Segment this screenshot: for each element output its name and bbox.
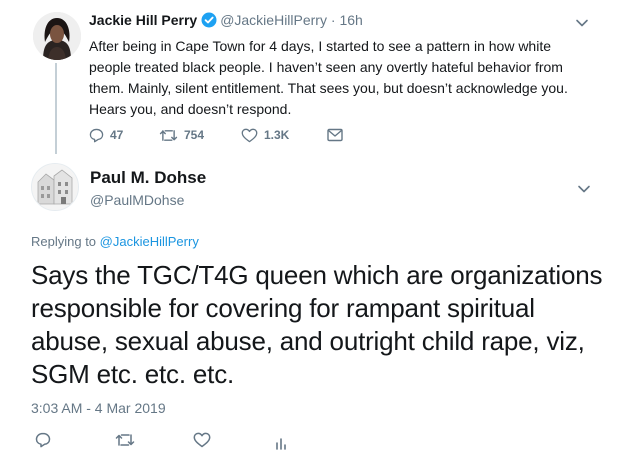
author-name[interactable]: Jackie Hill Perry	[89, 12, 197, 28]
replying-to: Replying to @JackieHillPerry	[31, 233, 199, 250]
bar-chart-icon	[276, 438, 286, 450]
replying-to-label: Replying to	[31, 234, 100, 249]
reply-count: 47	[110, 128, 124, 142]
reply-icon	[35, 432, 51, 448]
retweet-icon	[159, 129, 178, 141]
direct-message-button[interactable]	[327, 128, 343, 142]
retweet-button[interactable]: 754	[159, 128, 241, 143]
heart-icon	[193, 432, 211, 448]
verified-badge-icon	[201, 12, 217, 28]
avatar[interactable]	[33, 12, 81, 60]
replying-to-link[interactable]: @JackieHillPerry	[100, 234, 199, 249]
tweet-timestamp[interactable]: 3:03 AM - 4 Mar 2019	[31, 399, 166, 417]
retweet-count: 754	[184, 128, 205, 142]
retweet-button[interactable]	[115, 432, 135, 448]
avatar[interactable]	[31, 163, 79, 211]
tweet-time[interactable]: 16h	[339, 12, 362, 28]
like-button[interactable]	[193, 432, 211, 448]
author-handle[interactable]: @JackieHillPerry	[220, 12, 327, 28]
tweet-actions: 47 754 1.3K	[89, 124, 343, 146]
tweet-text: Says the TGC/T4G queen which are organiz…	[31, 260, 603, 389]
chevron-down-icon[interactable]	[577, 184, 591, 194]
tweet-text: After being in Cape Town for 4 days, I s…	[89, 38, 568, 117]
avatar-building-icon	[32, 164, 78, 210]
parent-tweet[interactable]: Jackie Hill Perry @JackieHillPerry · 16h …	[0, 0, 623, 154]
reply-button[interactable]: 47	[89, 128, 159, 143]
like-button[interactable]: 1.3K	[241, 128, 327, 143]
tweet-header: Jackie Hill Perry @JackieHillPerry · 16h	[89, 11, 363, 30]
heart-icon	[241, 128, 258, 142]
author-handle[interactable]: @PaulMDohse	[90, 191, 184, 209]
separator-dot: ·	[330, 12, 336, 28]
retweet-icon	[115, 434, 135, 446]
author-name[interactable]: Paul M. Dohse	[90, 167, 206, 189]
envelope-icon	[327, 128, 343, 142]
analytics-button[interactable]	[275, 434, 289, 450]
reply-icon	[89, 128, 104, 142]
chevron-down-icon[interactable]	[575, 18, 589, 28]
avatar-photo-icon	[33, 12, 81, 60]
like-count: 1.3K	[264, 128, 290, 142]
thread-line	[55, 63, 57, 154]
reply-button[interactable]	[35, 432, 51, 448]
